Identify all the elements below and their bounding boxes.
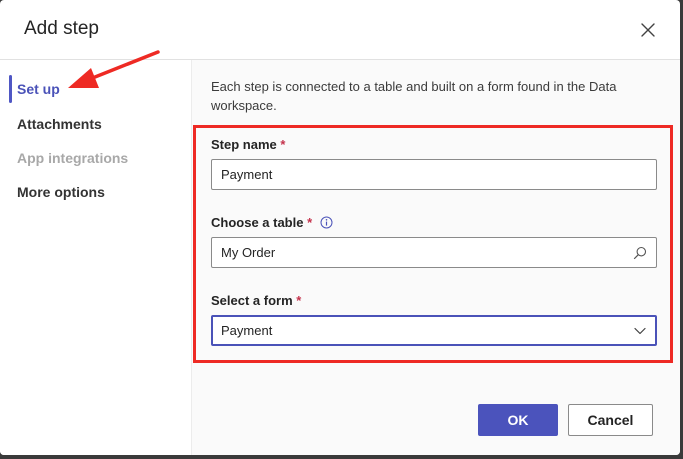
info-icon[interactable] (320, 216, 333, 232)
search-icon[interactable] (633, 246, 647, 263)
select-form-label-text: Select a form (211, 293, 293, 308)
required-marker: * (280, 137, 286, 152)
select-form-dropdown[interactable]: Payment (211, 315, 657, 346)
required-marker: * (307, 215, 313, 230)
choose-table-label-text: Choose a table (211, 215, 304, 230)
sidebar-item-more-options[interactable]: More options (17, 184, 105, 200)
required-marker: * (296, 293, 302, 308)
close-icon[interactable] (638, 20, 658, 40)
ok-button[interactable]: OK (478, 404, 558, 436)
choose-table-value: My Order (221, 245, 276, 260)
chevron-down-icon[interactable] (633, 324, 647, 341)
dialog-header: Add step (0, 0, 680, 60)
step-name-label-text: Step name (211, 137, 277, 152)
select-form-value: Payment (221, 323, 273, 338)
step-name-label: Step name * (211, 137, 285, 152)
sidebar-item-app-integrations: App integrations (17, 150, 129, 166)
step-name-input[interactable]: Payment (211, 159, 657, 190)
step-description: Each step is connected to a table and bu… (211, 79, 617, 113)
select-form-label: Select a form * (211, 293, 301, 308)
choose-table-input[interactable]: My Order (211, 237, 657, 268)
nav-active-indicator (9, 75, 12, 103)
add-step-dialog: Add step Set up Attachments App integrat… (0, 0, 680, 455)
sidebar-item-attachments[interactable]: Attachments (17, 116, 102, 132)
cancel-button[interactable]: Cancel (568, 404, 653, 436)
step-name-value: Payment (221, 167, 273, 182)
dialog-title: Add step (24, 18, 99, 39)
choose-table-label: Choose a table * (211, 215, 333, 232)
sidebar-item-set-up[interactable]: Set up (17, 81, 60, 97)
